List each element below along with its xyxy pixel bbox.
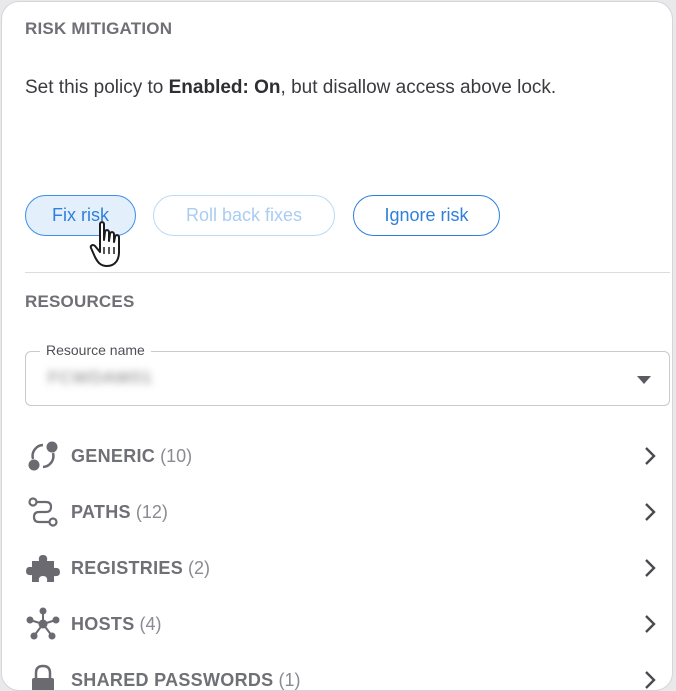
lock-icon [25, 662, 61, 690]
risk-panel: RISK MITIGATION Set this policy to Enabl… [1, 1, 673, 691]
resource-row-paths[interactable]: PATHS (12) [25, 490, 670, 534]
chevron-right-icon[interactable] [640, 558, 660, 578]
paths-icon [25, 494, 61, 530]
hand-cursor-icon [89, 221, 120, 267]
resource-row-hosts[interactable]: HOSTS (4) [25, 602, 670, 646]
resource-name-select[interactable]: Resource name FCWDAW01 [25, 342, 670, 406]
resources-title: RESOURCES [25, 292, 135, 311]
risk-description: Set this policy to Enabled: On, but disa… [25, 77, 557, 98]
policy-state-bold: Enabled: On [168, 77, 281, 98]
resource-row-count: (2) [188, 557, 211, 578]
resource-row-name: PATHS [71, 501, 131, 522]
resource-row-generic[interactable]: GENERIC (10) [25, 434, 670, 478]
puzzle-icon [25, 550, 61, 586]
resource-name-label: Resource name [40, 342, 151, 358]
chevron-right-icon[interactable] [640, 446, 660, 466]
resource-row-count: (12) [135, 501, 168, 522]
roll-back-fixes-button[interactable]: Roll back fixes [153, 195, 335, 236]
resource-row-count: (10) [160, 445, 193, 466]
generic-icon [25, 438, 61, 474]
resource-row-name: GENERIC [71, 445, 156, 466]
resource-row-shared-passwords[interactable]: SHARED PASSWORDS (1) [25, 658, 670, 690]
chevron-right-icon[interactable] [640, 614, 660, 634]
dropdown-arrow-icon[interactable] [637, 376, 651, 384]
resource-row-name: REGISTRIES [71, 557, 184, 578]
resource-row-count: (4) [139, 613, 162, 634]
resource-row-name: HOSTS [71, 613, 135, 634]
section-divider [25, 272, 670, 273]
resource-row-count: (1) [278, 669, 301, 690]
resource-row-registries[interactable]: REGISTRIES (2) [25, 546, 670, 590]
chevron-right-icon[interactable] [640, 502, 660, 522]
resource-row-name: SHARED PASSWORDS [71, 669, 274, 690]
ignore-risk-button[interactable]: Ignore risk [353, 195, 500, 236]
resource-name-value: FCWDAW01 [48, 368, 153, 387]
risk-mitigation-title: RISK MITIGATION [25, 19, 173, 38]
network-icon [25, 606, 61, 642]
chevron-right-icon[interactable] [640, 670, 660, 690]
